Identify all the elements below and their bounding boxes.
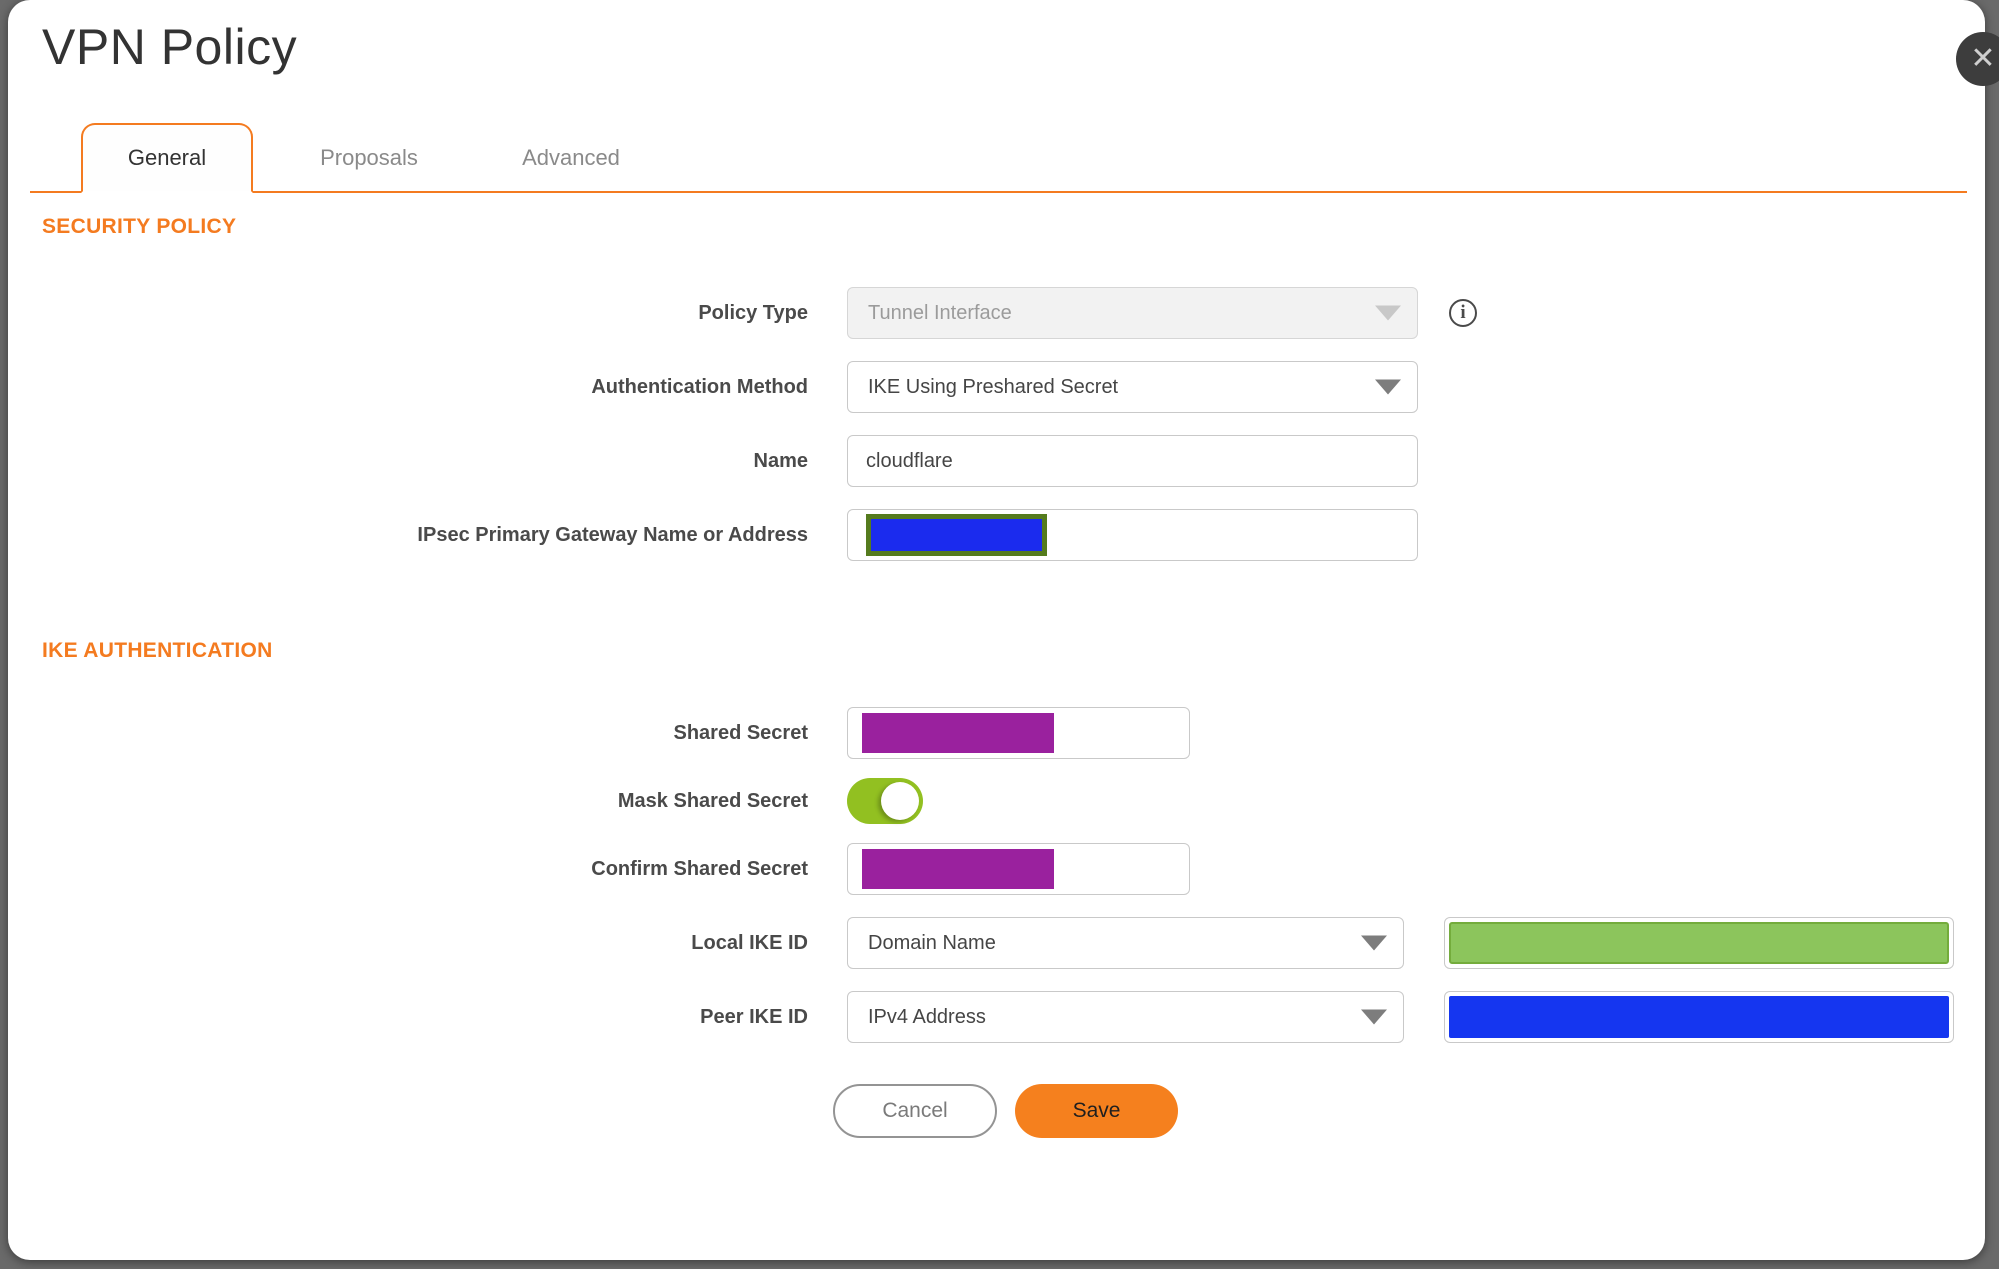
confirm-shared-secret-input[interactable] [847,843,1190,895]
section-security-policy: SECURITY POLICY [42,215,237,238]
name-label: Name [753,449,808,472]
authentication-method-select[interactable]: IKE Using Preshared Secret [847,361,1418,413]
gateway-input[interactable] [847,509,1418,561]
local-ike-id-select[interactable]: Domain Name [847,917,1404,969]
shared-secret-redacted-value [862,713,1054,753]
gateway-redacted-value [866,514,1047,556]
authentication-method-label: Authentication Method [591,375,808,398]
tab-bar: General Proposals Advanced [30,123,1967,193]
local-ike-id-type-value: Domain Name [868,931,996,954]
confirm-shared-secret-label: Confirm Shared Secret [591,857,808,880]
peer-ike-id-label: Peer IKE ID [700,1005,808,1028]
mask-shared-secret-label: Mask Shared Secret [617,789,808,812]
local-ike-id-label: Local IKE ID [691,931,808,954]
chevron-down-icon [1375,379,1401,395]
chevron-down-icon [1361,1009,1387,1025]
tab-general-label: General [127,145,207,170]
chevron-down-icon [1375,305,1401,321]
peer-ike-id-input[interactable] [1444,991,1954,1043]
chevron-down-icon [1361,935,1387,951]
page-title: VPN Policy [42,19,298,75]
close-icon[interactable]: ✕ [1956,32,1999,86]
confirm-shared-secret-redacted-value [862,849,1054,889]
peer-ike-id-redacted-value [1449,996,1949,1038]
save-button[interactable]: Save [1015,1084,1178,1138]
name-value: cloudflare [866,449,953,472]
name-input[interactable]: cloudflare [847,435,1418,487]
section-ike-authentication: IKE AUTHENTICATION [42,639,273,662]
peer-ike-id-select[interactable]: IPv4 Address [847,991,1404,1043]
vpn-policy-dialog: ✕ VPN Policy General Proposals Advanced … [8,0,1999,1260]
authentication-method-value: IKE Using Preshared Secret [868,375,1119,398]
info-icon[interactable]: i [1449,299,1477,327]
policy-type-label: Policy Type [698,301,808,324]
toggle-knob [881,782,919,820]
tab-proposals[interactable]: Proposals [283,125,455,191]
policy-type-value: Tunnel Interface [868,301,1012,324]
mask-shared-secret-toggle[interactable] [847,778,923,824]
tab-advanced-label: Advanced [522,145,620,170]
shared-secret-label: Shared Secret [673,721,808,744]
local-ike-id-input[interactable] [1444,917,1954,969]
cancel-button[interactable]: Cancel [833,1084,997,1138]
shared-secret-input[interactable] [847,707,1190,759]
local-ike-id-redacted-value [1449,922,1949,964]
tab-general[interactable]: General [81,123,253,193]
gateway-label: IPsec Primary Gateway Name or Address [417,523,808,546]
policy-type-select: Tunnel Interface [847,287,1418,339]
tab-proposals-label: Proposals [320,145,418,170]
tab-advanced[interactable]: Advanced [485,125,657,191]
peer-ike-id-type-value: IPv4 Address [868,1005,986,1028]
